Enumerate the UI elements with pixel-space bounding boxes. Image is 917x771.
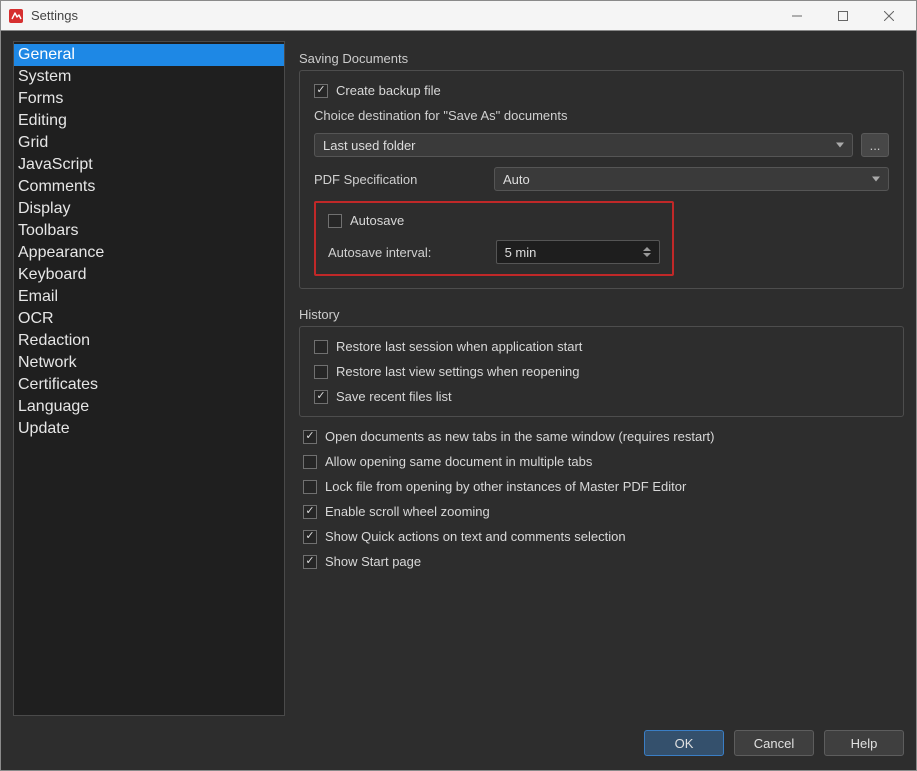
allow-multi-tabs-label: Allow opening same document in multiple … [325,454,592,469]
autosave-interval-label: Autosave interval: [328,245,486,260]
sidebar-item-comments[interactable]: Comments [14,176,284,198]
lock-file-checkbox[interactable] [303,480,317,494]
spinbox-arrows-icon[interactable] [643,242,657,262]
autosave-interval-value: 5 min [505,245,537,260]
restore-view-label: Restore last view settings when reopenin… [336,364,580,379]
quick-actions-checkbox[interactable] [303,530,317,544]
saving-documents-group: Create backup file Choice destination fo… [299,70,904,289]
app-icon [7,7,25,25]
settings-window: Settings General System Forms Editing Gr… [0,0,917,771]
sidebar-item-toolbars[interactable]: Toolbars [14,220,284,242]
create-backup-label: Create backup file [336,83,441,98]
pdf-spec-value: Auto [503,172,530,187]
saving-documents-label: Saving Documents [299,51,904,66]
sidebar-item-general[interactable]: General [14,44,284,66]
restore-session-label: Restore last session when application st… [336,339,582,354]
sidebar-item-update[interactable]: Update [14,418,284,440]
sidebar-item-keyboard[interactable]: Keyboard [14,264,284,286]
sidebar-item-language[interactable]: Language [14,396,284,418]
dialog-footer: OK Cancel Help [1,726,916,770]
ok-button[interactable]: OK [644,730,724,756]
sidebar-item-ocr[interactable]: OCR [14,308,284,330]
open-as-tabs-label: Open documents as new tabs in the same w… [325,429,714,444]
window-controls [774,1,912,30]
sidebar-item-grid[interactable]: Grid [14,132,284,154]
sidebar-item-email[interactable]: Email [14,286,284,308]
autosave-label: Autosave [350,213,404,228]
sidebar-item-display[interactable]: Display [14,198,284,220]
save-as-destination-value: Last used folder [323,138,416,153]
pdf-spec-select[interactable]: Auto [494,167,889,191]
history-group: Restore last session when application st… [299,326,904,417]
general-options: Open documents as new tabs in the same w… [299,425,904,569]
browse-folder-button[interactable]: ... [861,133,889,157]
start-page-checkbox[interactable] [303,555,317,569]
sidebar-item-editing[interactable]: Editing [14,110,284,132]
history-label: History [299,307,904,322]
sidebar-item-network[interactable]: Network [14,352,284,374]
restore-view-checkbox[interactable] [314,365,328,379]
save-as-destination-label: Choice destination for "Save As" documen… [314,108,889,123]
settings-sidebar: General System Forms Editing Grid JavaSc… [13,41,285,716]
start-page-label: Show Start page [325,554,421,569]
minimize-button[interactable] [774,1,820,30]
save-recent-checkbox[interactable] [314,390,328,404]
sidebar-item-forms[interactable]: Forms [14,88,284,110]
sidebar-item-javascript[interactable]: JavaScript [14,154,284,176]
sidebar-item-system[interactable]: System [14,66,284,88]
autosave-interval-input[interactable]: 5 min [496,240,660,264]
autosave-highlight: Autosave Autosave interval: 5 min [314,201,674,276]
sidebar-item-appearance[interactable]: Appearance [14,242,284,264]
scroll-zoom-checkbox[interactable] [303,505,317,519]
autosave-checkbox[interactable] [328,214,342,228]
save-as-destination-select[interactable]: Last used folder [314,133,853,157]
open-as-tabs-checkbox[interactable] [303,430,317,444]
titlebar: Settings [1,1,916,31]
maximize-button[interactable] [820,1,866,30]
quick-actions-label: Show Quick actions on text and comments … [325,529,626,544]
restore-session-checkbox[interactable] [314,340,328,354]
save-recent-label: Save recent files list [336,389,452,404]
pdf-spec-label: PDF Specification [314,172,484,187]
scroll-zoom-label: Enable scroll wheel zooming [325,504,490,519]
window-title: Settings [31,8,774,23]
lock-file-label: Lock file from opening by other instance… [325,479,686,494]
cancel-button[interactable]: Cancel [734,730,814,756]
settings-main-panel: Saving Documents Create backup file Choi… [299,41,904,716]
help-button[interactable]: Help [824,730,904,756]
sidebar-item-certificates[interactable]: Certificates [14,374,284,396]
sidebar-item-redaction[interactable]: Redaction [14,330,284,352]
close-button[interactable] [866,1,912,30]
create-backup-checkbox[interactable] [314,84,328,98]
allow-multi-tabs-checkbox[interactable] [303,455,317,469]
